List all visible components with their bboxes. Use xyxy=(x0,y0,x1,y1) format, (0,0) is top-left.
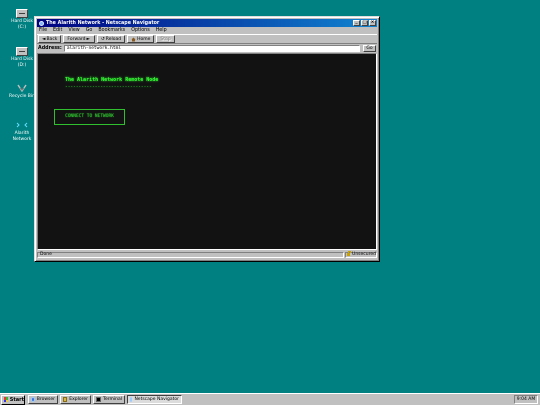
forward-arrow-icon: ► xyxy=(86,36,90,42)
desktop-icon-label: Hard Disk (D:) xyxy=(11,57,33,68)
netscape-icon xyxy=(39,20,44,26)
terminal-icon xyxy=(96,397,101,402)
status-text: Done xyxy=(37,251,344,258)
close-button[interactable]: × xyxy=(369,20,376,26)
maximize-button[interactable]: □ xyxy=(361,20,368,26)
desktop-icon-alarith-network[interactable]: Alarith Network xyxy=(7,121,37,142)
desktop-icon-label: Hard Disk (C:) xyxy=(11,19,33,30)
taskbar: Start Browser Explorer Terminal Netscape… xyxy=(0,393,540,405)
start-label: Start xyxy=(9,396,24,403)
window-titlebar[interactable]: The Alarith Network - Netscape Navigator… xyxy=(37,19,377,27)
desktop-icon-hard-disk-d[interactable]: Hard Disk (D:) xyxy=(7,47,37,68)
navigation-toolbar: ◄ Back Forward ► ↺ Reload Home Stop xyxy=(37,34,377,44)
taskbar-item-label: Netscape Navigator xyxy=(134,397,179,402)
page-title: The Alarith Network Remote Node xyxy=(65,77,159,83)
desktop-icon-label: Recycle Bin xyxy=(9,94,35,99)
stop-button[interactable]: Stop xyxy=(156,35,175,43)
system-clock: 9:04 AM xyxy=(514,395,538,404)
forward-button[interactable]: Forward ► xyxy=(63,35,95,43)
address-input[interactable]: alarith-network.html xyxy=(63,45,360,52)
taskbar-item-explorer[interactable]: Explorer xyxy=(60,395,91,404)
address-bar: Address: alarith-network.html Go xyxy=(37,44,377,53)
home-icon xyxy=(131,37,136,41)
folder-icon xyxy=(63,397,68,402)
back-button[interactable]: ◄ Back xyxy=(38,35,62,43)
menu-file[interactable]: File xyxy=(39,28,47,33)
taskbar-item-browser[interactable]: Browser xyxy=(28,395,58,404)
taskbar-item-label: Browser xyxy=(36,397,55,402)
menu-view[interactable]: View xyxy=(68,28,79,33)
stop-label: Stop xyxy=(160,36,171,42)
taskbar-item-terminal[interactable]: Terminal xyxy=(93,395,125,404)
menu-help[interactable]: Help xyxy=(156,28,167,33)
recycle-bin-icon xyxy=(17,84,27,93)
menu-options[interactable]: Options xyxy=(131,28,150,33)
back-arrow-icon: ◄ xyxy=(42,36,46,42)
connect-to-network-button[interactable]: CONNECT TO NETWORK xyxy=(54,109,125,125)
minimize-button[interactable]: _ xyxy=(353,20,360,26)
globe-icon xyxy=(31,397,35,402)
hard-disk-icon xyxy=(16,9,28,18)
home-button[interactable]: Home xyxy=(127,35,155,43)
reload-icon: ↺ xyxy=(100,36,105,42)
menu-bookmarks[interactable]: Bookmarks xyxy=(98,28,125,33)
address-label: Address: xyxy=(38,46,62,51)
status-bar: Done Unsecured xyxy=(37,251,377,258)
back-label: Back xyxy=(46,36,58,42)
security-label: Unsecured xyxy=(352,251,376,257)
reload-label: Reload xyxy=(105,36,122,42)
globe-icon xyxy=(130,397,133,402)
unlocked-padlock-icon xyxy=(347,251,352,256)
start-button[interactable]: Start xyxy=(1,394,25,405)
desktop-icon-hard-disk-c[interactable]: Hard Disk (C:) xyxy=(7,9,37,30)
hard-disk-icon xyxy=(16,47,28,56)
menu-bar: File Edit View Go Bookmarks Options Help xyxy=(37,27,377,34)
go-button[interactable]: Go xyxy=(363,45,376,52)
desktop-icon-recycle-bin[interactable]: Recycle Bin xyxy=(7,84,37,100)
taskbar-item-label: Explorer xyxy=(69,397,88,402)
network-icon xyxy=(16,122,28,128)
security-status: Unsecured xyxy=(345,251,377,258)
menu-edit[interactable]: Edit xyxy=(53,28,62,33)
forward-label: Forward xyxy=(67,36,86,42)
home-label: Home xyxy=(137,36,151,42)
heading-underline: -------------------------------- xyxy=(65,85,152,90)
desktop-icon-label: Alarith Network xyxy=(12,131,32,142)
browser-window: The Alarith Network - Netscape Navigator… xyxy=(34,16,380,262)
page-viewport: The Alarith Network Remote Node --------… xyxy=(37,53,377,250)
menu-go[interactable]: Go xyxy=(86,28,93,33)
taskbar-item-netscape-navigator[interactable]: Netscape Navigator xyxy=(127,395,182,404)
reload-button[interactable]: ↺ Reload xyxy=(96,35,126,43)
taskbar-item-label: Terminal xyxy=(102,397,122,402)
windows-logo-icon xyxy=(4,397,8,402)
window-title: The Alarith Network - Netscape Navigator xyxy=(46,20,160,26)
